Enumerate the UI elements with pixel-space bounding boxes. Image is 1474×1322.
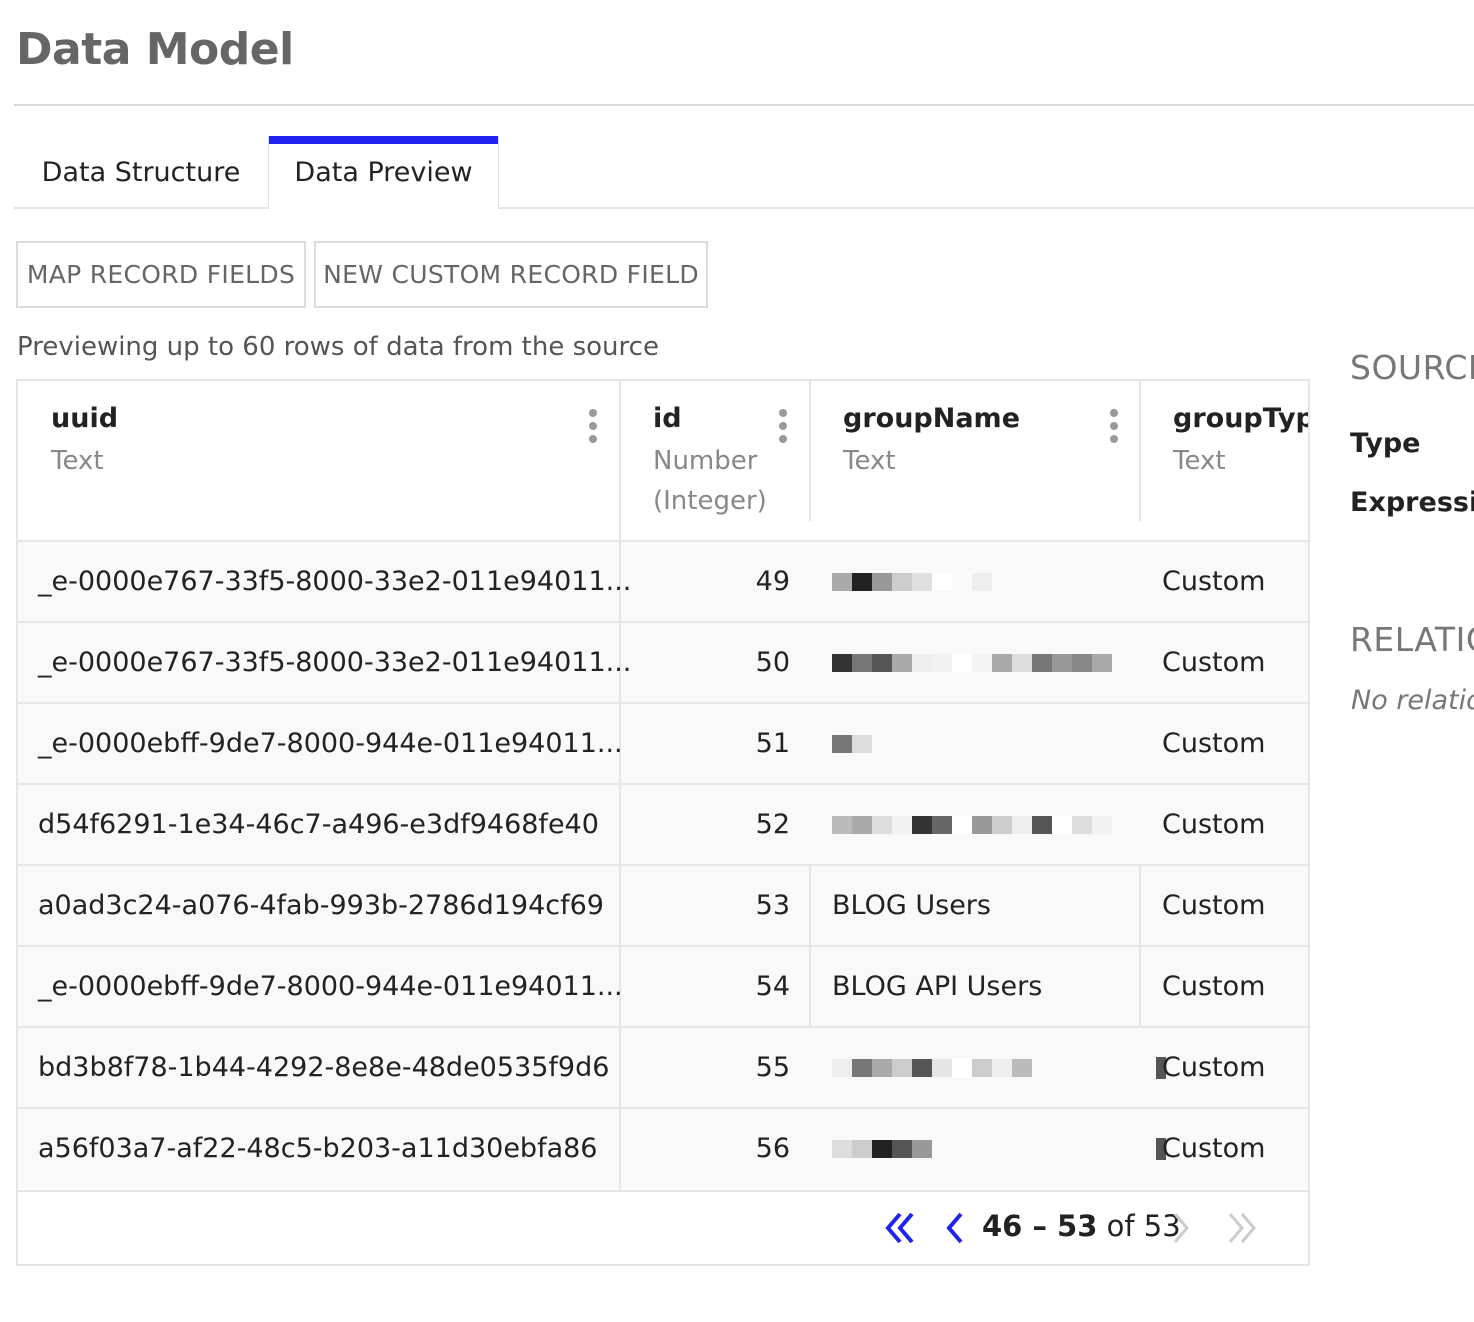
column-type: Text [1173,446,1226,476]
column-divider [1139,381,1141,521]
cell-id: 52 [755,809,790,840]
cell-id: 54 [755,971,790,1002]
cell-uuid: a0ad3c24-a076-4fab-993b-2786d194cf69 [38,890,604,921]
more-vert-icon[interactable] [588,409,598,443]
pagination-status: 46 – 53 of 53 [982,1209,1181,1243]
cell-uuid: _e-0000ebff-9de7-8000-944e-011e94011... [38,728,623,759]
more-vert-icon[interactable] [778,409,788,443]
column-divider [619,381,621,541]
preview-note: Previewing up to 60 rows of data from th… [17,332,659,362]
double-chevron-right-icon[interactable] [1222,1210,1262,1246]
more-vert-icon[interactable] [1109,409,1119,443]
active-tab-indicator [269,136,498,144]
column-type: Text [843,446,896,476]
cell-grouptype: Custom [1162,809,1266,840]
cell-id: 55 [755,1052,790,1083]
map-record-fields-button[interactable]: MAP RECORD FIELDS [16,241,306,308]
column-name: id [653,403,682,434]
cell-groupname-redacted [832,542,1132,621]
cell-grouptype: Custom [1162,971,1266,1002]
cell-uuid: _e-0000e767-33f5-8000-33e2-011e94011... [38,566,632,597]
cell-groupname: BLOG API Users [832,971,1043,1002]
column-divider [809,381,811,521]
field-details-panel: SOURCE Type Expression RELATIONSHIPS No … [1348,340,1474,740]
data-preview-grid: uuid Text id Number (Integer) groupName … [16,379,1310,1266]
cell-grouptype: Custom [1162,647,1266,678]
pagination-of: of [1106,1209,1135,1243]
column-name: groupName [843,403,1021,434]
tab-label: Data Preview [294,157,473,188]
type-label: Type [1350,428,1421,459]
cell-grouptype: Custom [1162,890,1266,921]
no-relationships-text: No relationships [1351,685,1474,716]
cell-grouptype: Custom [1162,1052,1266,1083]
cell-uuid: _e-0000e767-33f5-8000-33e2-011e94011... [38,647,632,678]
table-row[interactable]: _e-0000ebff-9de7-8000-944e-011e94011... … [18,702,1308,785]
cell-id: 49 [755,566,790,597]
title-divider [14,104,1474,106]
cell-groupname-redacted [832,1109,1132,1188]
cell-grouptype: Custom [1162,566,1266,597]
cell-grouptype: Custom [1162,728,1266,759]
table-row[interactable]: _e-0000e767-33f5-8000-33e2-011e94011... … [18,540,1308,623]
chevron-left-icon[interactable] [944,1210,968,1246]
table-row[interactable]: a0ad3c24-a076-4fab-993b-2786d194cf69 53 … [18,864,1308,947]
cell-groupname-redacted [832,1028,1132,1107]
cell-id: 53 [755,890,790,921]
column-name: groupType [1173,403,1308,434]
tab-data-preview[interactable]: Data Preview [268,136,499,209]
double-chevron-left-icon[interactable] [880,1210,920,1246]
expression-label: Expression [1350,487,1474,518]
cell-uuid: a56f03a7-af22-48c5-b203-a11d30ebfa86 [38,1133,598,1164]
table-row[interactable]: _e-0000e767-33f5-8000-33e2-011e94011... … [18,621,1308,704]
cell-grouptype: Custom [1162,1133,1266,1164]
cell-groupname-redacted [832,623,1132,702]
pagination-range: 46 – 53 [982,1209,1098,1243]
cell-id: 56 [755,1133,790,1164]
table-row[interactable]: a56f03a7-af22-48c5-b203-a11d30ebfa86 56 … [18,1107,1308,1190]
table-row[interactable]: _e-0000ebff-9de7-8000-944e-011e94011... … [18,945,1308,1028]
cell-groupname-redacted [832,704,1132,783]
table-row[interactable]: d54f6291-1e34-46c7-a496-e3df9468fe40 52 … [18,783,1308,866]
relationships-heading: RELATIONSHIPS [1350,620,1474,659]
page-title: Data Model [16,24,294,75]
source-heading: SOURCE [1350,348,1474,387]
cell-groupname: BLOG Users [832,890,991,921]
tab-data-structure[interactable]: Data Structure [14,136,268,209]
cell-id: 50 [755,647,790,678]
pagination-bar: 46 – 53 of 53 [18,1190,1308,1264]
cell-uuid: _e-0000ebff-9de7-8000-944e-011e94011... [38,971,623,1002]
new-custom-record-field-button[interactable]: NEW CUSTOM RECORD FIELD [314,241,708,308]
column-type: Text [51,446,104,476]
chevron-right-icon[interactable] [1168,1210,1192,1246]
cell-groupname-redacted [832,785,1132,864]
cell-uuid: d54f6291-1e34-46c7-a496-e3df9468fe40 [38,809,599,840]
column-name: uuid [51,403,119,434]
cell-id: 51 [755,728,790,759]
cell-uuid: bd3b8f78-1b44-4292-8e8e-48de0535f9d6 [38,1052,610,1083]
table-row[interactable]: bd3b8f78-1b44-4292-8e8e-48de0535f9d6 55 … [18,1026,1308,1109]
tab-label: Data Structure [41,157,241,188]
column-type: Number [653,446,758,476]
column-type-detail: (Integer) [653,486,767,516]
